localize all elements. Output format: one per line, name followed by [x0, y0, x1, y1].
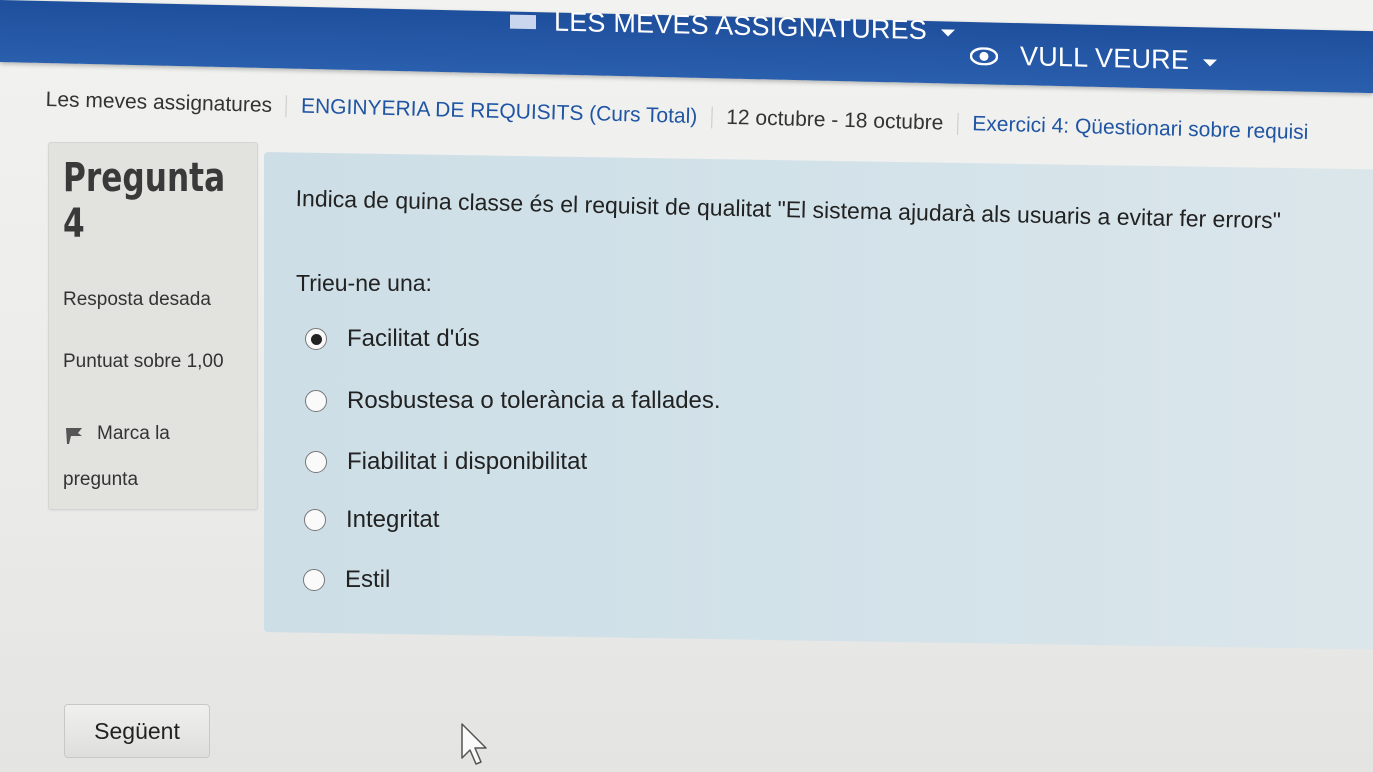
answer-option-label: Rosbustesa o tolerància a fallades. [347, 387, 721, 414]
answer-option-label: Fiabilitat i disponibilitat [347, 448, 588, 475]
courses-icon [510, 14, 536, 29]
eye-icon [970, 46, 998, 66]
answer-option[interactable]: Rosbustesa o tolerància a fallades. [305, 387, 721, 415]
quiz-page: LES MEVES ASSIGNATURES VULL VEURE Les me… [0, 0, 1373, 772]
chevron-down-icon [1203, 59, 1218, 67]
radio-selected[interactable] [305, 328, 327, 350]
question-number: 4 [63, 201, 85, 247]
breadcrumb-quiz[interactable]: Exercici 4: Qüestionari sobre requisi [972, 112, 1309, 145]
question-grade: Puntuat sobre 1,00 [63, 351, 224, 372]
question-status: Resposta desada [63, 289, 211, 310]
answer-option[interactable]: Estil [303, 566, 390, 594]
top-navbar: LES MEVES ASSIGNATURES VULL VEURE [0, 0, 1373, 94]
chevron-down-icon [941, 29, 956, 37]
nav-my-courses-menu[interactable]: LES MEVES ASSIGNATURES [510, 6, 956, 47]
mouse-cursor-icon [461, 723, 487, 765]
nav-my-courses-label: LES MEVES ASSIGNATURES [554, 6, 928, 46]
answer-option[interactable]: Integritat [304, 506, 439, 534]
next-button[interactable]: Següent [64, 704, 210, 758]
radio-unselected[interactable] [304, 509, 326, 531]
question-number-heading: Pregunta 4 [63, 155, 225, 247]
question-info-panel: Pregunta 4 Resposta desada Puntuat sobre… [48, 142, 258, 510]
flag-icon [66, 427, 82, 444]
nav-view-label: VULL VEURE [1020, 41, 1190, 75]
breadcrumb-my-courses[interactable]: Les meves assignatures [45, 88, 272, 118]
flag-label-line2: pregunta [63, 469, 139, 490]
breadcrumb-divider [957, 112, 959, 135]
answer-option-label: Facilitat d'ús [347, 325, 480, 352]
answer-option-label: Estil [345, 566, 391, 593]
breadcrumb-divider [285, 95, 288, 118]
flag-label-line1: Marca la [97, 423, 170, 444]
radio-unselected[interactable] [305, 451, 327, 473]
breadcrumb-divider [710, 106, 713, 129]
question-title-word: Pregunta [63, 155, 226, 201]
nav-view-menu[interactable]: VULL VEURE [970, 40, 1218, 77]
radio-unselected[interactable] [303, 569, 325, 591]
breadcrumb-week[interactable]: 12 octubre - 18 octubre [726, 106, 944, 136]
flag-question-link[interactable]: Marca la pregunta [63, 411, 243, 503]
answer-option[interactable]: Facilitat d'ús [305, 325, 480, 353]
answer-prompt: Trieu-ne una: [296, 270, 432, 296]
breadcrumb-course[interactable]: ENGINYERIA DE REQUISITS (Curs Total) [301, 95, 698, 129]
breadcrumb: Les meves assignatures ENGINYERIA DE REQ… [45, 88, 1308, 145]
answer-option-label: Integritat [346, 506, 440, 533]
radio-unselected[interactable] [305, 390, 327, 412]
answer-option[interactable]: Fiabilitat i disponibilitat [305, 448, 587, 476]
